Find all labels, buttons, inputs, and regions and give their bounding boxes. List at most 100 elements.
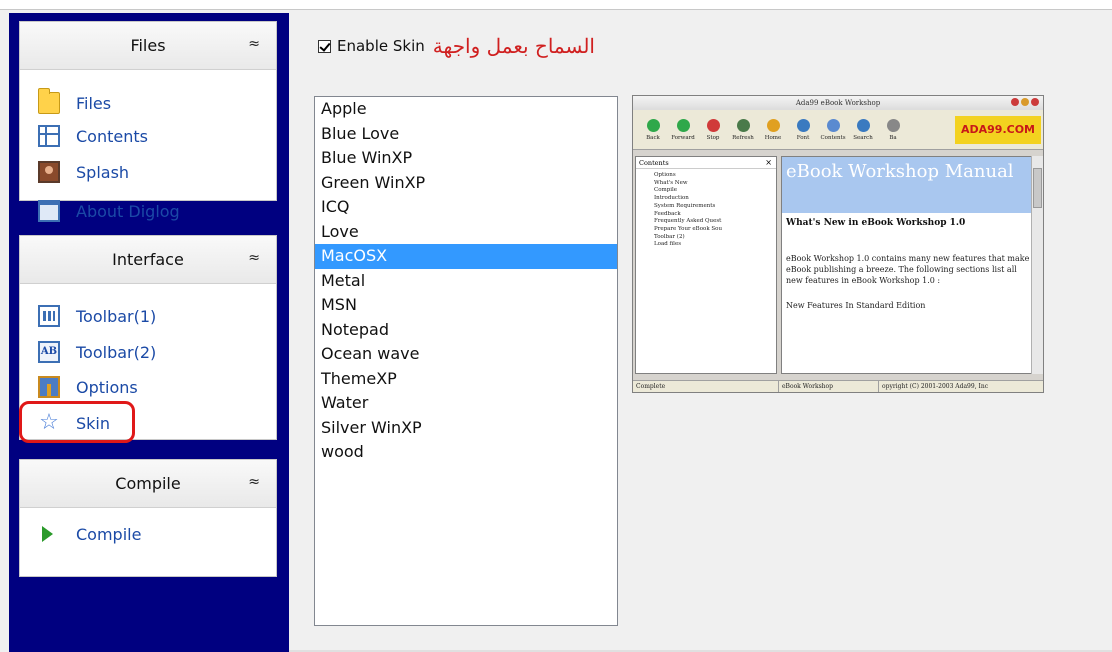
preview-toolbar-button: Ba (879, 118, 907, 141)
preview-toolbar-button: Back (639, 118, 667, 141)
skin-list-item[interactable]: MacOSX (315, 244, 617, 269)
preview-status-text: Complete (633, 381, 779, 392)
enable-skin-row: Enable Skin السماح بعمل واجهة (318, 34, 595, 58)
preview-banner: eBook Workshop Manual (782, 157, 1038, 213)
toolbar-glyph-icon (646, 118, 660, 132)
preview-titlebar: Ada99 eBook Workshop (633, 96, 1043, 110)
sidebar-item-label: Options (76, 377, 138, 397)
preview-toolbar-button: Refresh (729, 118, 757, 141)
toolbar-glyph-icon (676, 118, 690, 132)
preview-toolbar-label: Refresh (732, 134, 754, 141)
preview-tree-item: Feedback (654, 210, 681, 217)
preview-tree-item: Toolbar (2) (654, 233, 685, 240)
preview-status-text: opyright (C) 2001-2003 Ada99, Inc (882, 383, 989, 390)
close-icon (1031, 98, 1039, 106)
ab-icon: AB (38, 341, 60, 363)
splash-icon (38, 161, 60, 183)
sidebar-item-label: About Diglog (76, 201, 180, 221)
preview-statusbar: Complete eBook Workshop opyright (C) 200… (633, 380, 1043, 392)
toolbar-glyph-icon (886, 118, 900, 132)
sidebar-item-toolbar2[interactable]: AB Toolbar(2) (38, 338, 156, 366)
compile-panel: Compile Compile ≈ Compile (19, 459, 277, 577)
toolbar-glyph-icon (856, 118, 870, 132)
skin-list-item[interactable]: Apple (315, 97, 617, 122)
skin-preview: Ada99 eBook Workshop Back Forward Stop Refr… (632, 95, 1044, 393)
skin-list-item[interactable]: Notepad (315, 318, 617, 343)
interface-panel-header[interactable]: Interface ≈ (20, 236, 276, 284)
files-panel-title: Files (130, 36, 166, 55)
maximize-icon (1021, 98, 1029, 106)
skin-list-item[interactable]: ThemeXP (315, 367, 617, 392)
sidebar-item-label: Toolbar(1) (76, 306, 157, 326)
sidebar-item-options[interactable]: Options (38, 373, 138, 401)
preview-paragraph: eBook Workshop 1.0 contains many new fea… (786, 254, 1030, 285)
skin-list-item[interactable]: Green WinXP (315, 171, 617, 196)
collapse-icon[interactable]: ≈ (248, 250, 260, 266)
skin-list-item[interactable]: Blue Love (315, 122, 617, 147)
preview-toolbar-button: Stop (699, 118, 727, 141)
skin-list-item[interactable]: ICQ (315, 195, 617, 220)
toolbar-glyph-icon (826, 118, 840, 132)
preview-tree-item: What's New (654, 179, 688, 186)
preview-subtitle: What's New in eBook Workshop 1.0 (786, 218, 966, 228)
collapse-icon[interactable]: ≈ (248, 474, 260, 490)
preview-tree-item: System Requirements (654, 202, 716, 209)
sidebar-item-splash[interactable]: Splash (38, 158, 129, 186)
folder-icon (38, 88, 60, 114)
sidebar-item-files[interactable]: Files (38, 88, 112, 117)
close-icon: × (765, 158, 772, 167)
preview-toolbar: Back Forward Stop Refresh Home Font Contents Se… (633, 110, 1043, 150)
collapse-icon[interactable]: ≈ (248, 36, 260, 52)
skin-list-item[interactable]: MSN (315, 293, 617, 318)
skin-highlight-annotation (19, 401, 135, 443)
preview-toolbar-label: Search (853, 134, 873, 141)
preview-toolbar-button: Search (849, 118, 877, 141)
preview-toolbar-button: Home (759, 118, 787, 141)
sidebar-item-label: Files (76, 93, 112, 113)
compile-panel-header[interactable]: Compile Compile ≈ (20, 460, 276, 508)
preview-toolbar-label: Forward (671, 134, 695, 141)
preview-toolbar-label: Contents (820, 134, 846, 141)
preview-tree: Options What's New Compile Introduction Syst… (636, 169, 776, 249)
preview-status-text: eBook Workshop (779, 381, 879, 392)
enable-skin-checkbox[interactable] (318, 39, 331, 53)
files-panel-header[interactable]: Files ≈ (20, 22, 276, 70)
preview-title: Ada99 eBook Workshop (795, 99, 881, 107)
top-border (0, 0, 1112, 10)
preview-tree-item: Frequently Asked Quest (654, 218, 722, 225)
sidebar-item-label: Contents (76, 126, 148, 146)
skin-list-item[interactable]: Water (315, 391, 617, 416)
skin-list-item[interactable]: Blue WinXP (315, 146, 617, 171)
about-icon (38, 200, 60, 222)
preview-tree-item: Compile (654, 187, 678, 194)
sidebar-item-label: Toolbar(2) (76, 342, 157, 362)
preview-toolbar-label: Stop (706, 134, 720, 141)
sidebar-item-toolbar1[interactable]: Toolbar(1) (38, 302, 156, 330)
sidebar-item-label: Splash (76, 162, 130, 182)
preview-contents-pane: Contents × Options What's New Compile Intro… (635, 156, 777, 374)
preview-content-pane: eBook Workshop Manual What's New in eBoo… (781, 156, 1039, 374)
preview-tree-item: Load files (654, 241, 682, 248)
enable-skin-label[interactable]: Enable Skin (337, 37, 425, 55)
skin-list-item[interactable]: wood (315, 440, 617, 465)
preview-tree-item: Options (654, 172, 676, 178)
sidebar: Files ≈ Files Contents Splash About Digl… (9, 13, 289, 652)
compile-panel-title: Compile (115, 474, 181, 493)
toolbar-glyph-icon (706, 118, 720, 132)
options-icon (38, 376, 60, 398)
preview-toolbar-label: Font (796, 134, 810, 141)
preview-contents-header: Contents × (636, 157, 776, 169)
skin-list-item[interactable]: Silver WinXP (315, 416, 617, 441)
skin-list-item[interactable]: Ocean wave (315, 342, 617, 367)
skin-list-item[interactable]: Love (315, 220, 617, 245)
toolbar-glyph-icon (736, 118, 750, 132)
files-panel: Files ≈ Files Contents Splash About Digl… (19, 21, 277, 222)
skin-list-item[interactable]: Metal (315, 269, 617, 294)
sidebar-item-about[interactable]: About Diglog (38, 197, 180, 225)
sidebar-item-contents[interactable]: Contents (38, 122, 148, 150)
sidebar-item-compile[interactable]: Compile (38, 520, 141, 548)
preview-toolbar-button: Font (789, 118, 817, 141)
skins-listbox[interactable]: Apple Blue Love Blue WinXP Green WinXP ICQ Lo… (314, 96, 618, 626)
preview-toolbar-button: Forward (669, 118, 697, 141)
interface-panel-title: Interface (112, 250, 184, 269)
